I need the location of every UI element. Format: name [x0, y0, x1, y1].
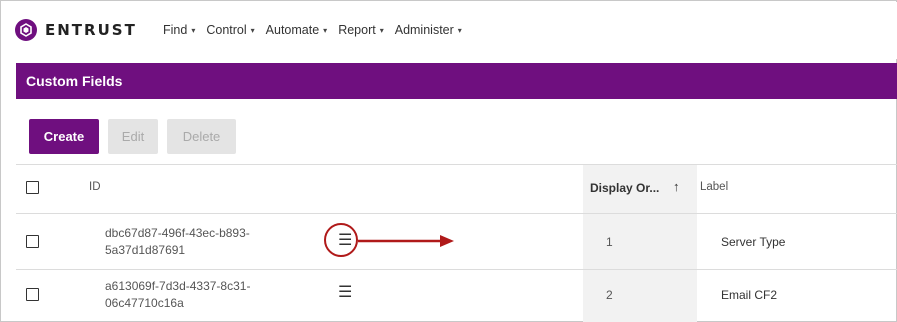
top-navigation: ENTRUST Find ▾ Control ▾ Automate ▾ Repo… — [2, 2, 897, 59]
menu-administer-label: Administer — [394, 23, 454, 37]
cell-display-order: 1 — [606, 235, 613, 249]
cell-id-line: a613069f-7d3d-4337-8c31- — [105, 279, 251, 293]
menu-find[interactable]: Find ▾ — [163, 23, 195, 37]
column-header-display-order[interactable]: Display Or... — [590, 181, 659, 195]
column-header-id[interactable]: ID — [89, 181, 101, 193]
drag-handle-icon[interactable]: ☰ — [338, 282, 352, 302]
menu-automate-label: Automate — [265, 23, 320, 37]
entrust-logo-icon — [15, 19, 37, 41]
cell-label: Email CF2 — [721, 288, 778, 302]
create-button[interactable]: Create — [29, 119, 99, 154]
header-divider — [16, 213, 897, 214]
select-all-checkbox[interactable] — [26, 181, 39, 194]
cell-label: Server Type — [721, 235, 786, 249]
cell-display-order: 2 — [606, 288, 613, 302]
row-checkbox[interactable] — [26, 235, 39, 248]
cell-id-line: 5a37d1d87691 — [105, 243, 186, 257]
menu-report[interactable]: Report ▾ — [338, 23, 384, 37]
chevron-down-icon: ▾ — [379, 25, 384, 35]
page-header: Custom Fields — [16, 63, 897, 99]
callout-arrow-icon — [358, 235, 454, 247]
column-header-label[interactable]: Label — [700, 181, 728, 193]
cell-id: dbc67d87-496f-43ec-b893- 5a37d1d87691 — [105, 225, 305, 259]
table-border — [16, 164, 897, 165]
cell-id: a613069f-7d3d-4337-8c31- 06c47710c16a — [105, 278, 305, 312]
chevron-down-icon: ▾ — [250, 25, 255, 35]
menu-administer[interactable]: Administer ▾ — [395, 23, 462, 37]
page-title: Custom Fields — [26, 73, 123, 89]
edit-button[interactable]: Edit — [108, 119, 158, 154]
row-checkbox[interactable] — [26, 288, 39, 301]
menu-control[interactable]: Control ▾ — [206, 23, 254, 37]
row-divider — [16, 269, 897, 270]
menu-control-label: Control — [206, 23, 247, 37]
menu-find-label: Find — [163, 23, 188, 37]
chevron-down-icon: ▾ — [457, 25, 462, 35]
chevron-down-icon: ▾ — [323, 25, 328, 35]
app-window: ENTRUST Find ▾ Control ▾ Automate ▾ Repo… — [0, 0, 897, 322]
delete-button[interactable]: Delete — [167, 119, 236, 154]
menu-report-label: Report — [338, 23, 376, 37]
toolbar: Create Edit Delete — [29, 119, 245, 154]
sort-ascending-icon[interactable]: ↑ — [673, 179, 680, 194]
custom-fields-table: ID Display Or... ↑ Label dbc67d87-496f-4… — [16, 164, 897, 322]
callout-circle — [324, 223, 358, 257]
main-menu: Find ▾ Control ▾ Automate ▾ Report ▾ Adm… — [163, 23, 473, 37]
brand-name: ENTRUST — [45, 21, 137, 39]
cell-id-line: 06c47710c16a — [105, 296, 184, 310]
chevron-down-icon: ▾ — [191, 25, 196, 35]
cell-id-line: dbc67d87-496f-43ec-b893- — [105, 226, 250, 240]
brand-logo[interactable]: ENTRUST — [15, 19, 137, 41]
menu-automate[interactable]: Automate ▾ — [266, 23, 328, 37]
